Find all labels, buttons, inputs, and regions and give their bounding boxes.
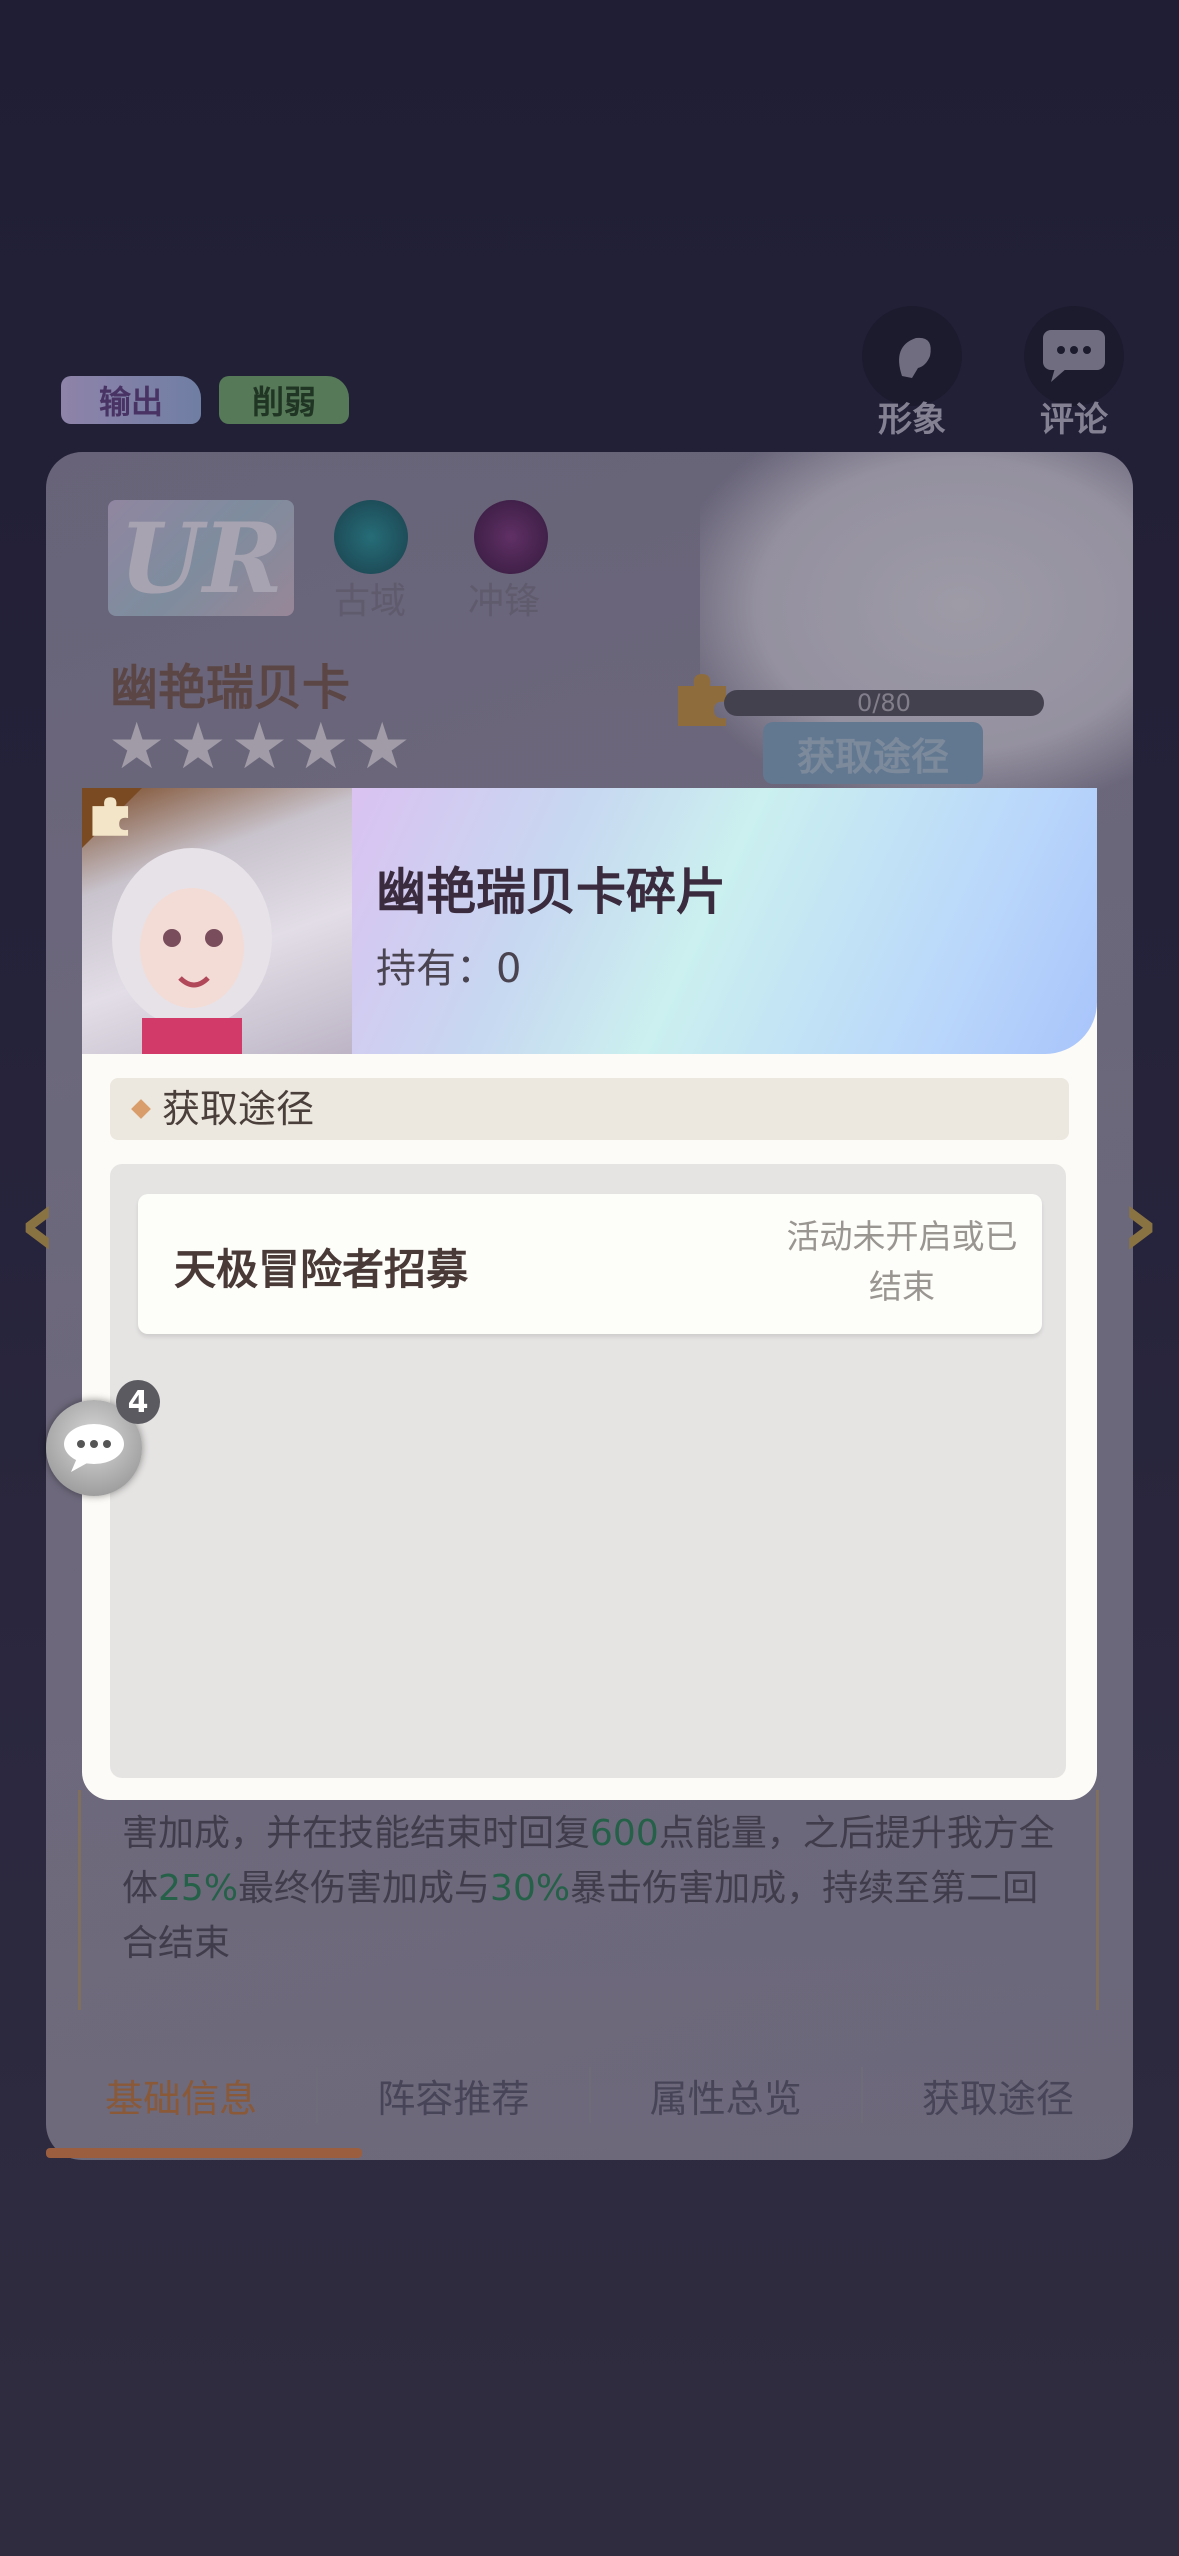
- shard-info-modal: 幽艳瑞贝卡碎片 持有：0 获取途径 天极冒险者招募 活动未开启或已结束: [82, 788, 1097, 1800]
- route-status: 活动未开启或已结束: [786, 1217, 1018, 1306]
- hold-count: 持有：0: [376, 946, 522, 992]
- modal-header: 幽艳瑞贝卡碎片 持有：0: [82, 788, 1097, 1054]
- next-hero-arrow-icon[interactable]: ›: [1110, 1168, 1170, 1278]
- chat-bubble-icon: [64, 1424, 124, 1472]
- prev-hero-arrow-icon[interactable]: ‹: [8, 1168, 68, 1278]
- modal-title: 幽艳瑞贝卡碎片: [376, 862, 726, 921]
- puzzle-piece-icon: [88, 792, 134, 842]
- route-name: 天极冒险者招募: [174, 1245, 469, 1294]
- chat-unread-badge: 4: [116, 1380, 160, 1424]
- section-title: 获取途径: [162, 1087, 315, 1131]
